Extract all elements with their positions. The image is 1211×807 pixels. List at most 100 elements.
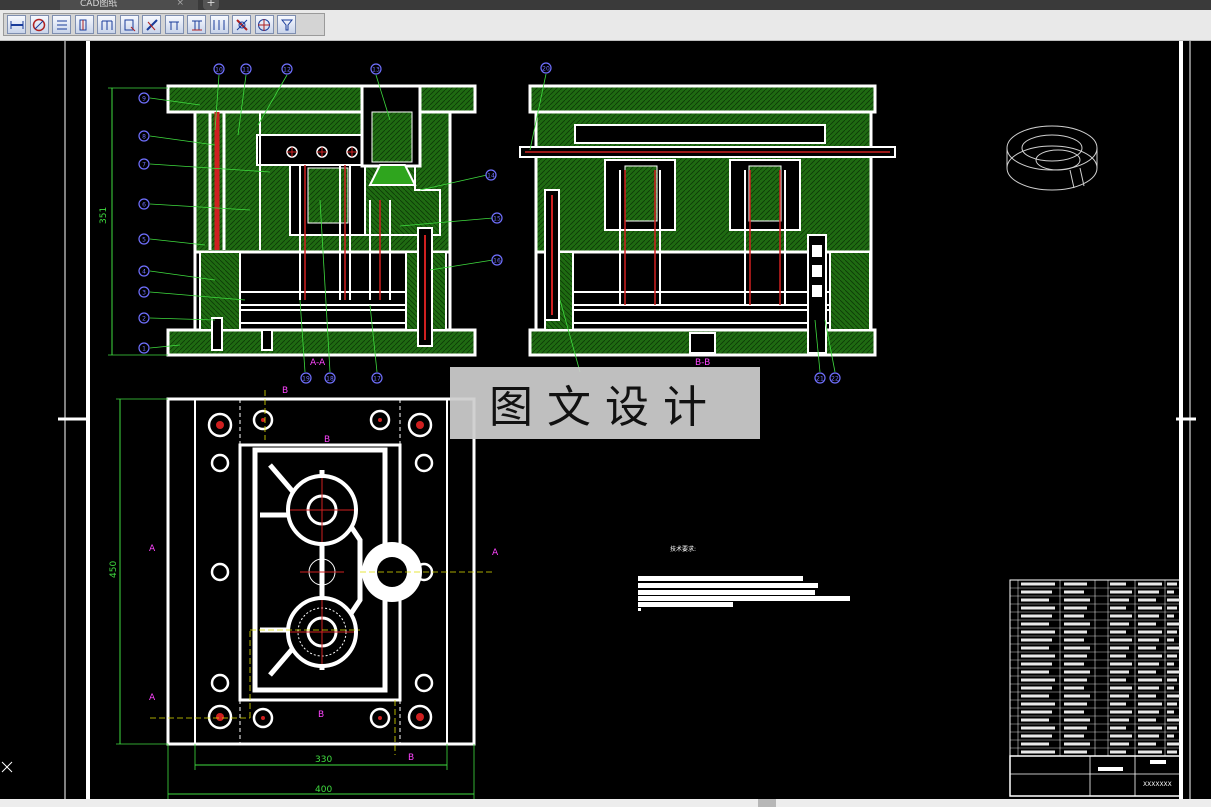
callout-number: 15 [493, 216, 501, 223]
callout-number: 4 [142, 269, 146, 276]
parts-list-table: XXXXXXX [1009, 579, 1183, 797]
parts-list-cell [1167, 646, 1180, 650]
parts-list-cell [1021, 742, 1049, 746]
parts-list-cell [1021, 590, 1052, 594]
dim-continue-icon[interactable] [74, 15, 94, 34]
dim-style-icon[interactable] [277, 15, 296, 34]
dim-radius-icon[interactable] [29, 15, 49, 34]
parts-list-cell [1021, 750, 1055, 754]
parts-list-cell [1064, 734, 1084, 738]
parts-list-cell [1138, 590, 1159, 594]
parts-list-cell [1110, 750, 1126, 754]
parts-list-cell [1021, 662, 1052, 666]
drawing-number: XXXXXXX [1143, 781, 1172, 788]
horizontal-scrollbar[interactable] [0, 799, 1211, 807]
parts-list-cell [1021, 710, 1052, 714]
parts-list-cell [1138, 686, 1159, 690]
section-marker-a: A [149, 693, 156, 703]
parts-list-cell [1138, 694, 1156, 698]
parts-list-cell [1110, 734, 1132, 738]
parts-list-cell [1138, 582, 1162, 586]
parts-list-cell [1110, 670, 1129, 674]
dim-center-icon[interactable] [164, 15, 184, 34]
parts-list-cell [1138, 718, 1156, 722]
parts-list-cell [1138, 710, 1159, 714]
callout-number: 14 [487, 173, 495, 180]
parts-list-cell [1064, 702, 1087, 706]
callout-number: 3 [142, 290, 146, 297]
parts-list-cell [1138, 638, 1159, 642]
callout-number: 2 [142, 316, 146, 323]
parts-list-cell [1021, 582, 1055, 586]
parts-list-cell [1064, 638, 1084, 642]
parts-list-cell [1138, 734, 1159, 738]
parts-list-cell [1064, 662, 1084, 666]
watermark-banner: 图文设计 [450, 367, 760, 439]
parts-list-cell [1138, 646, 1156, 650]
parts-list-cell [1021, 638, 1052, 642]
parts-list-cell [1021, 646, 1049, 650]
parts-list-cell [1167, 694, 1180, 698]
dim-ordinate-icon[interactable] [52, 15, 71, 34]
new-tab-button[interactable]: + [203, 0, 219, 10]
parts-list-cell [1167, 670, 1180, 674]
parts-list-cell [1138, 670, 1156, 674]
dim-break-icon[interactable] [209, 15, 229, 34]
parts-list-cell [1110, 646, 1129, 650]
dim-edit-icon[interactable] [232, 15, 251, 34]
parts-list-cell [1064, 694, 1090, 698]
dim-update-icon[interactable] [254, 15, 274, 34]
tech-requirements-title: 技术要求: [670, 545, 696, 553]
section-marker-b: B [408, 753, 414, 763]
dim-angular-icon[interactable] [119, 15, 139, 34]
parts-list-cell [1138, 654, 1162, 658]
callout-number: 5 [142, 237, 146, 244]
parts-list-cell [1138, 622, 1156, 626]
dim-linear-icon[interactable] [7, 15, 26, 34]
parts-list-cell [1064, 742, 1090, 746]
callout-number: 7 [142, 162, 146, 169]
parts-list-cell [1167, 638, 1174, 642]
parts-list-cell [1110, 582, 1126, 586]
callout-number: 19 [302, 376, 310, 383]
callout-number: 8 [142, 134, 146, 141]
parts-list-cell [1167, 750, 1177, 754]
callout-number: 17 [373, 376, 381, 383]
parts-list-cell [1167, 678, 1177, 682]
dim-baseline-icon[interactable] [97, 15, 116, 34]
dim-aligned-icon[interactable] [142, 15, 161, 34]
parts-list-cell [1021, 654, 1055, 658]
parts-list-cell [1110, 718, 1129, 722]
parts-list-cell [1021, 718, 1049, 722]
plan-view: A A A B B B B 450 330 400 [109, 386, 499, 799]
tab-bar: CAD图纸 × + [0, 0, 1211, 10]
parts-list-cell [1167, 598, 1180, 602]
parts-list-cell [1167, 614, 1174, 618]
parts-list-cell [1064, 750, 1087, 754]
parts-list-cell [1021, 630, 1055, 634]
parts-list-cell [1110, 710, 1132, 714]
scrollbar-thumb[interactable] [758, 799, 776, 807]
callout-number: 21 [816, 376, 824, 383]
parts-list-cell [1064, 598, 1090, 602]
parts-list-cell [1110, 694, 1129, 698]
parts-list-cell [1138, 606, 1162, 610]
tab-close-icon[interactable]: × [176, 0, 184, 8]
part-isometric-view [1006, 125, 1098, 191]
parts-list-cell [1021, 702, 1055, 706]
parts-list-cell [1110, 598, 1129, 602]
parts-list-cell [1110, 726, 1126, 730]
parts-list-cell [1167, 662, 1174, 666]
callout-number: 16 [493, 258, 501, 265]
section-view-aa: 351 A-A [99, 84, 477, 368]
tab-cad-drawing[interactable]: CAD图纸 × [60, 0, 198, 10]
parts-list-cell [1064, 590, 1084, 594]
parts-list-cell [1110, 614, 1132, 618]
parts-list-cell [1021, 622, 1049, 626]
dim-space-icon[interactable] [187, 15, 206, 34]
parts-list-cell [1064, 622, 1090, 626]
parts-list-cell [1110, 622, 1129, 626]
parts-list-cell [1138, 726, 1162, 730]
parts-list-cell [1110, 686, 1132, 690]
parts-list-cell [1110, 606, 1126, 610]
